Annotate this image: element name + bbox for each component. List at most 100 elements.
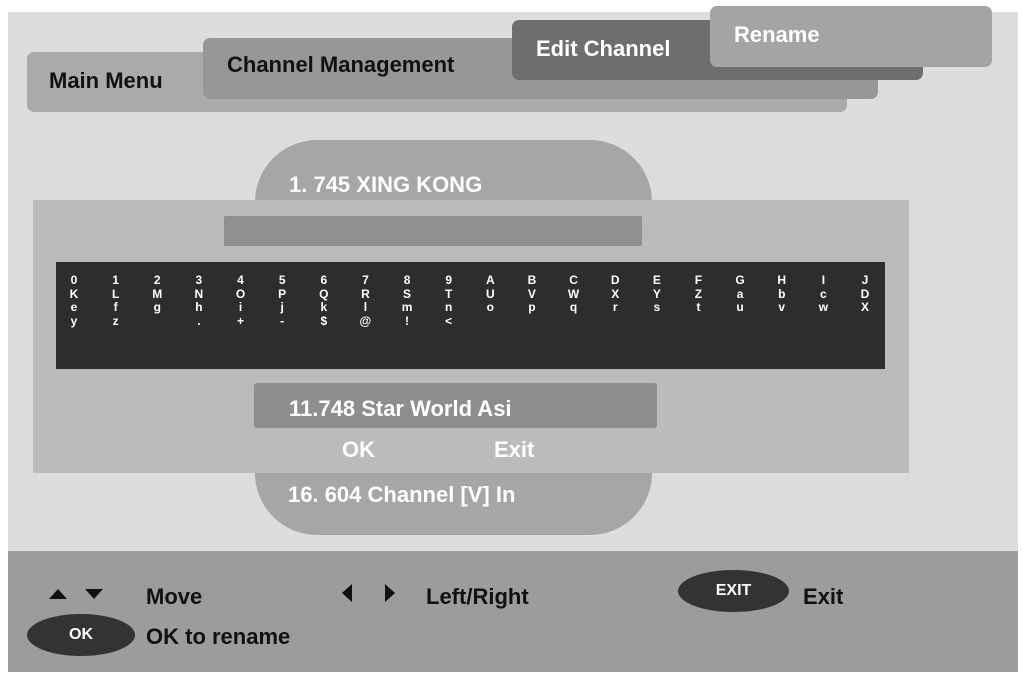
keyboard-key[interactable]: X [606, 287, 624, 302]
keyboard-key[interactable]: 8 [398, 273, 416, 288]
keyboard-key[interactable]: 0 [65, 273, 83, 288]
keyboard-key[interactable]: X [856, 300, 874, 315]
keyboard-key[interactable]: w [814, 300, 832, 315]
keyboard-key[interactable]: R [356, 287, 374, 302]
keyboard-column: Gau [731, 273, 749, 329]
tab-main-menu-label: Main Menu [49, 68, 163, 93]
keyboard-column: 1Lfz [107, 273, 125, 329]
keyboard-key[interactable]: g [148, 300, 166, 315]
keyboard-key[interactable] [565, 315, 583, 329]
keyboard-key[interactable]: Z [689, 287, 707, 302]
keyboard-key[interactable] [814, 315, 832, 329]
keyboard-key[interactable]: - [273, 314, 291, 329]
keyboard-key[interactable]: W [565, 287, 583, 302]
keyboard-key[interactable]: D [856, 287, 874, 302]
keyboard-key[interactable]: A [481, 273, 499, 288]
keyboard-key[interactable]: n [440, 300, 458, 315]
keyboard-key[interactable]: b [773, 287, 791, 302]
keyboard-key[interactable]: . [190, 314, 208, 329]
keyboard-key[interactable]: l [356, 300, 374, 315]
keyboard-key[interactable]: @ [356, 314, 374, 329]
keyboard-key[interactable]: q [565, 300, 583, 315]
keyboard-key[interactable]: t [689, 300, 707, 315]
keyboard-key[interactable]: O [232, 287, 250, 302]
keyboard-key[interactable]: E [648, 273, 666, 288]
help-bar [8, 551, 1018, 672]
keyboard-column: 9 Tn < [440, 273, 458, 329]
keyboard-key[interactable]: y [65, 314, 83, 329]
keyboard-key[interactable]: < [440, 314, 458, 329]
keyboard-key[interactable]: z [107, 314, 125, 329]
keyboard-key[interactable]: I [814, 273, 832, 288]
keyboard-key[interactable]: T [440, 287, 458, 302]
keyboard-key[interactable]: u [731, 300, 749, 315]
keyboard-key[interactable]: $ [315, 314, 333, 329]
keyboard-key[interactable]: 4 [232, 273, 250, 288]
keyboard-key[interactable]: K [65, 287, 83, 302]
keyboard-key[interactable] [731, 315, 749, 329]
keyboard-key[interactable]: U [481, 287, 499, 302]
keyboard-column: 4 Oi + [232, 273, 250, 329]
on-screen-keyboard[interactable]: 0 Ke y 1 Lf z 2 Mg 3 Nh. 4 Oi +5 Pj -6 Qk $7 Rl @8 Sm! 9 Tn < A… [56, 262, 885, 369]
keyboard-key[interactable]: s [648, 300, 666, 315]
name-input-bar[interactable] [224, 216, 642, 246]
keyboard-column: 5Pj- [273, 273, 291, 329]
keyboard-column: 7 Rl @ [356, 273, 374, 329]
keyboard-key[interactable] [648, 315, 666, 329]
keyboard-key[interactable]: 5 [273, 273, 291, 288]
next-channel-label: 16. 604 Channel [V] In [288, 482, 516, 507]
keyboard-key[interactable]: h [190, 300, 208, 315]
keyboard-column: Hbv [773, 273, 791, 329]
keyboard-key[interactable]: r [606, 300, 624, 315]
keyboard-key[interactable]: 2 [148, 273, 166, 288]
keyboard-key[interactable]: k [315, 300, 333, 315]
keyboard-key[interactable] [481, 315, 499, 329]
keyboard-key[interactable]: o [481, 300, 499, 315]
keyboard-key[interactable]: D [606, 273, 624, 288]
keyboard-key[interactable]: c [814, 287, 832, 302]
keyboard-key[interactable]: 6 [315, 273, 333, 288]
keyboard-key[interactable] [689, 315, 707, 329]
keyboard-key[interactable]: j [273, 300, 291, 315]
keyboard-key[interactable]: J [856, 273, 874, 288]
keyboard-key[interactable]: 9 [440, 273, 458, 288]
keyboard-key[interactable]: v [773, 300, 791, 315]
keyboard-key[interactable]: V [523, 287, 541, 302]
keyboard-column: AUo [481, 273, 499, 329]
keyboard-key[interactable]: Y [648, 287, 666, 302]
keyboard-key[interactable]: P [273, 287, 291, 302]
keyboard-key[interactable]: Q [315, 287, 333, 302]
keyboard-key[interactable] [148, 315, 166, 329]
keyboard-key[interactable] [606, 315, 624, 329]
keyboard-key[interactable]: B [523, 273, 541, 288]
keyboard-key[interactable]: M [148, 287, 166, 302]
ok-button[interactable]: OK [342, 437, 375, 463]
exit-key-badge: EXIT [678, 570, 789, 612]
keyboard-key[interactable] [523, 315, 541, 329]
keyboard-key[interactable]: H [773, 273, 791, 288]
keyboard-key[interactable]: G [731, 273, 749, 288]
keyboard-key[interactable]: 7 [356, 273, 374, 288]
keyboard-key[interactable]: i [232, 300, 250, 315]
keyboard-key[interactable]: S [398, 287, 416, 302]
keyboard-column: 8 Sm! [398, 273, 416, 329]
keyboard-key[interactable]: L [107, 287, 125, 302]
keyboard-key[interactable] [856, 315, 874, 329]
keyboard-key[interactable]: C [565, 273, 583, 288]
keyboard-key[interactable] [773, 315, 791, 329]
keyboard-key[interactable]: p [523, 300, 541, 315]
exit-button[interactable]: Exit [494, 437, 534, 463]
keyboard-key[interactable]: e [65, 300, 83, 315]
keyboard-key[interactable]: + [232, 314, 250, 329]
arrow-right-icon [385, 584, 395, 602]
keyboard-key[interactable]: N [190, 287, 208, 302]
keyboard-key[interactable]: f [107, 300, 125, 315]
keyboard-key[interactable]: 1 [107, 273, 125, 288]
keyboard-key[interactable]: a [731, 287, 749, 302]
keyboard-key[interactable]: F [689, 273, 707, 288]
keyboard-key[interactable]: 3 [190, 273, 208, 288]
keyboard-key[interactable]: ! [398, 314, 416, 329]
keyboard-key[interactable]: m [398, 300, 416, 315]
move-hint: Move [146, 584, 203, 609]
tab-rename[interactable]: Rename [710, 6, 992, 67]
